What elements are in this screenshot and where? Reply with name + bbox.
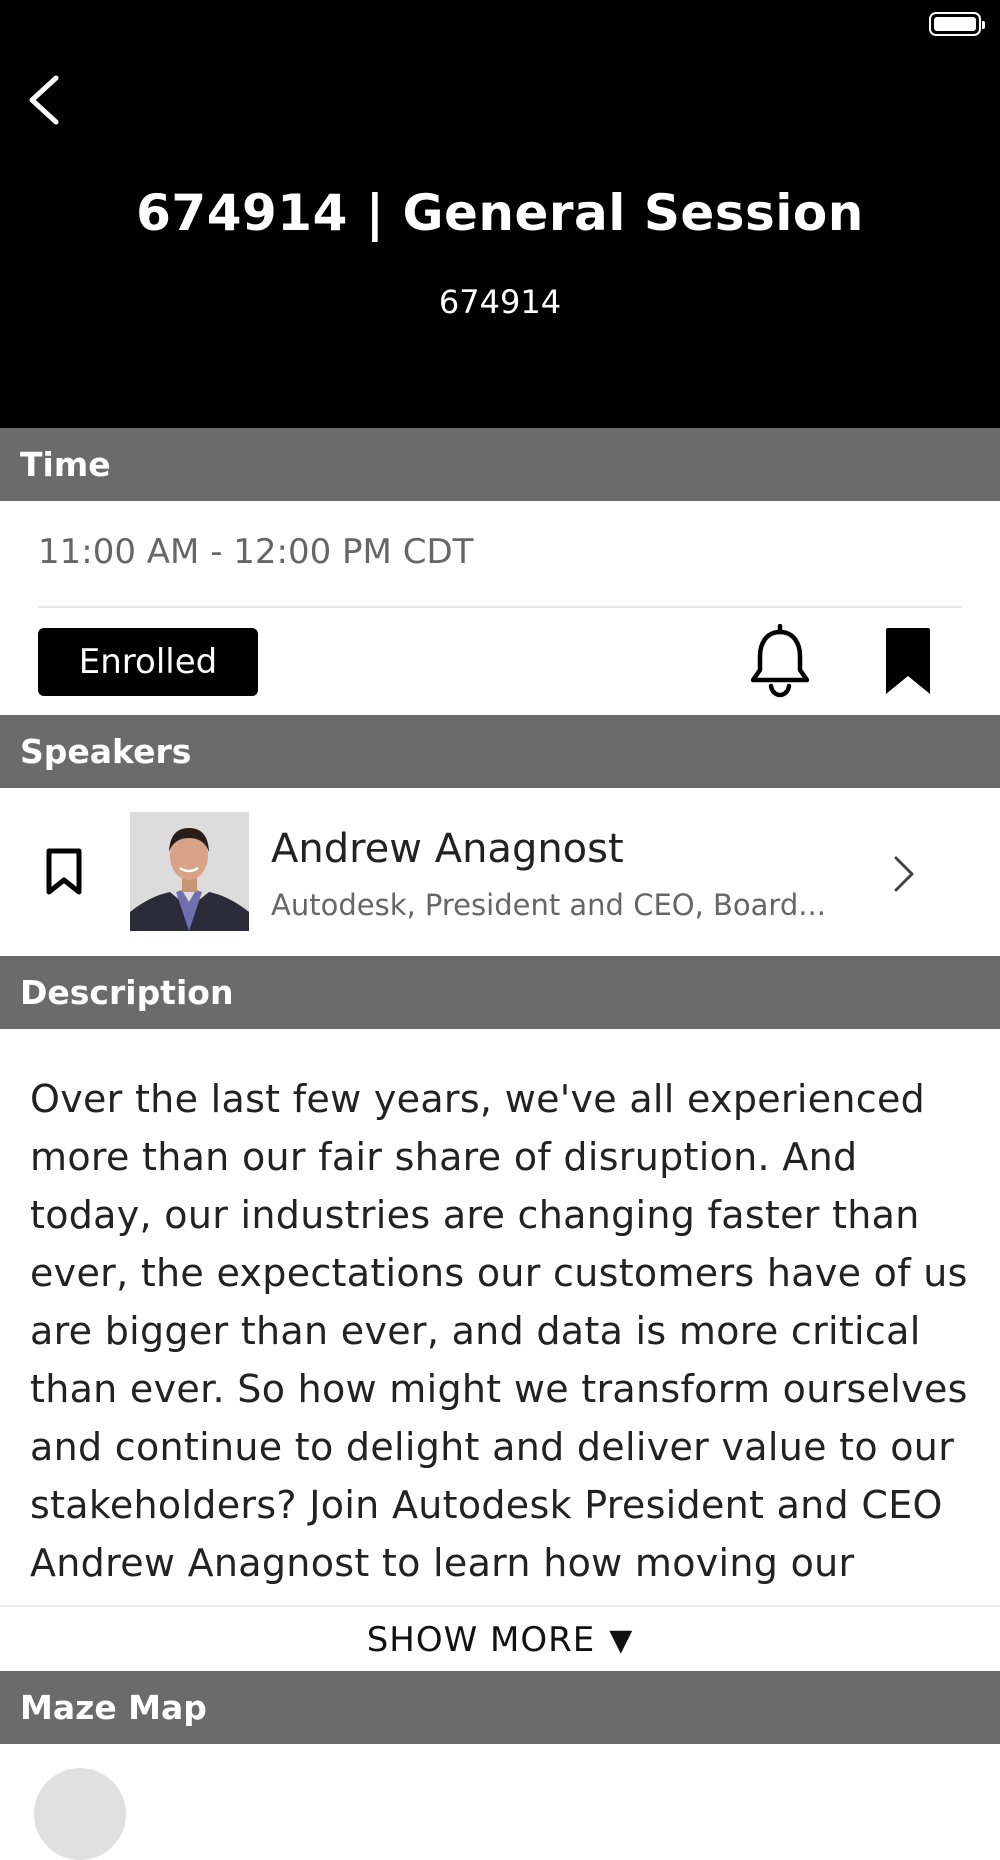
show-more-button[interactable]: SHOW MORE ▼	[0, 1612, 1000, 1668]
section-header-description: Description	[0, 956, 1000, 1029]
avatar	[130, 812, 249, 931]
divider	[38, 606, 962, 608]
divider	[0, 1605, 1000, 1607]
session-header: 674914 | General Session 674914	[0, 0, 1000, 428]
bookmark-outline-icon[interactable]	[44, 848, 84, 896]
section-header-time: Time	[0, 428, 1000, 501]
bookmark-filled-icon[interactable]	[880, 626, 936, 698]
speaker-name: Andrew Anagnost	[271, 826, 624, 872]
section-header-speakers: Speakers	[0, 715, 1000, 788]
speaker-list-item[interactable]: Andrew Anagnost Autodesk, President and …	[0, 788, 1000, 956]
triangle-down-icon: ▼	[609, 1622, 634, 1658]
speaker-title: Autodesk, President and CEO, Board...	[271, 888, 826, 922]
enrolled-button[interactable]: Enrolled	[38, 628, 258, 696]
chevron-right-icon	[892, 854, 918, 894]
map-thumbnail[interactable]	[34, 1768, 126, 1860]
session-id: 674914	[438, 283, 562, 321]
bell-icon[interactable]	[745, 623, 815, 698]
page-title: 674914 | General Session	[136, 184, 864, 242]
chevron-left-icon	[29, 75, 59, 125]
back-button[interactable]	[22, 72, 72, 128]
show-more-label: SHOW MORE	[366, 1620, 596, 1660]
section-header-maze-map: Maze Map	[0, 1671, 1000, 1744]
session-time: 11:00 AM - 12:00 PM CDT	[38, 532, 474, 572]
session-description: Over the last few years, we've all exper…	[30, 1077, 968, 1585]
battery-icon	[929, 12, 985, 36]
